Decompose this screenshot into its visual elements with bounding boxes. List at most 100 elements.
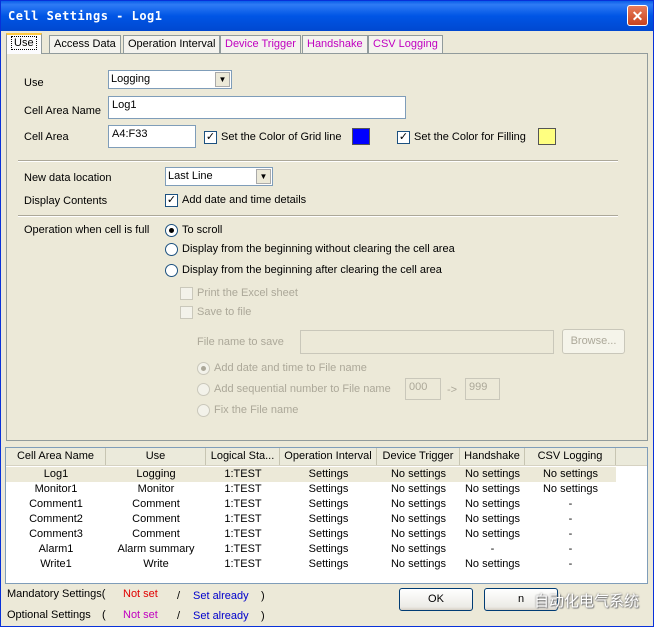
table-row[interactable]: Alarm1 Alarm summary 1:TEST Settings No sett… xyxy=(6,542,616,557)
cell-device-trigger: No settings xyxy=(390,483,447,495)
close-button[interactable]: ✕ xyxy=(627,5,648,26)
window-title: Cell Settings - Log1 xyxy=(8,9,163,23)
radio-clear[interactable] xyxy=(165,264,178,277)
radio-to-scroll[interactable] xyxy=(165,224,178,237)
table-row[interactable]: Comment1 Comment 1:TEST Settings No settings… xyxy=(6,497,616,512)
cell-area-name-input[interactable]: Log1 xyxy=(108,96,406,119)
header-handshake[interactable]: Handshake xyxy=(460,448,525,465)
table-row[interactable]: Comment2 Comment 1:TEST Settings No settings… xyxy=(6,512,616,527)
cell-handshake: - xyxy=(490,543,495,555)
header-device-trigger[interactable]: Device Trigger xyxy=(377,448,460,465)
radio-clear-label: Display from the beginning after clearin… xyxy=(182,264,442,276)
tab-operation-interval[interactable]: Operation Interval xyxy=(123,35,221,53)
cell-handshake: No settings xyxy=(464,483,521,495)
radio-add-seq-file[interactable] xyxy=(197,383,210,396)
cell-logical-station: 1:TEST xyxy=(224,513,262,525)
use-label: Use xyxy=(24,77,44,89)
cell-cell-area-name: Comment1 xyxy=(29,498,83,510)
mandatory-close-paren: ) xyxy=(261,590,265,602)
cell-use: Logging xyxy=(136,468,176,480)
new-data-location-label: New data location xyxy=(24,172,112,184)
new-data-location-select[interactable]: Last Line ▼ xyxy=(165,167,273,186)
optional-open-paren: ( xyxy=(102,609,106,621)
cell-settings-window: Cell Settings - Log1 ✕ Use Access Data O… xyxy=(0,0,654,627)
tab-access-data[interactable]: Access Data xyxy=(49,35,121,53)
ok-button[interactable]: OK xyxy=(399,588,473,611)
table-row[interactable]: Write1 Write 1:TEST Settings No settings No s… xyxy=(6,557,616,572)
title-bar[interactable]: Cell Settings - Log1 ✕ xyxy=(1,1,653,31)
tab-csv-logging[interactable]: CSV Logging xyxy=(368,35,443,53)
separator xyxy=(18,160,618,162)
cell-operation-interval: Settings xyxy=(308,468,349,480)
grid-color-checkbox[interactable]: ✓ xyxy=(204,131,217,144)
cell-cell-area-name: Comment3 xyxy=(29,528,83,540)
radio-fix-file-label: Fix the File name xyxy=(214,404,299,416)
file-name-input[interactable] xyxy=(300,330,554,354)
chevron-down-icon[interactable]: ▼ xyxy=(215,72,230,87)
cell-use: Comment xyxy=(132,513,180,525)
cell-logical-station: 1:TEST xyxy=(224,483,262,495)
grid-color-swatch[interactable] xyxy=(352,128,370,145)
radio-add-datetime-file[interactable] xyxy=(197,362,210,375)
seq-to-input[interactable]: 999 xyxy=(465,378,500,400)
optional-not-set: Not set xyxy=(123,609,158,621)
cell-logical-station: 1:TEST xyxy=(224,528,262,540)
mandatory-not-set: Not set xyxy=(123,588,158,600)
table-row[interactable]: Comment3 Comment 1:TEST Settings No settings… xyxy=(6,527,616,542)
cell-logical-station: 1:TEST xyxy=(224,468,262,480)
browse-button[interactable]: Browse... xyxy=(562,329,625,354)
cell-cell-area-name: Comment2 xyxy=(29,513,83,525)
table-row[interactable]: Log1 Logging 1:TEST Settings No settings No s… xyxy=(6,467,616,482)
chevron-down-icon[interactable]: ▼ xyxy=(256,169,271,184)
header-csv-logging[interactable]: CSV Logging xyxy=(525,448,616,465)
tab-handshake[interactable]: Handshake xyxy=(302,35,368,53)
cell-logical-station: 1:TEST xyxy=(224,543,262,555)
header-use[interactable]: Use xyxy=(106,448,206,465)
radio-add-seq-file-label: Add sequential number to File name xyxy=(214,383,391,395)
radio-no-clear[interactable] xyxy=(165,243,178,256)
header-operation-interval[interactable]: Operation Interval xyxy=(280,448,377,465)
radio-fix-file[interactable] xyxy=(197,404,210,417)
add-datetime-label: Add date and time details xyxy=(182,194,307,206)
cell-use: Comment xyxy=(132,528,180,540)
fill-color-swatch[interactable] xyxy=(538,128,556,145)
cell-device-trigger: No settings xyxy=(390,513,447,525)
optional-set-already: Set already xyxy=(193,610,249,622)
table-row[interactable]: Monitor1 Monitor 1:TEST Settings No settings… xyxy=(6,482,616,497)
save-file-label: Save to file xyxy=(197,306,252,318)
cell-area-table[interactable]: Cell Area Name Use Logical Sta... Operat… xyxy=(5,447,648,584)
print-excel-checkbox[interactable] xyxy=(180,287,193,300)
cell-csv-logging: - xyxy=(568,543,573,555)
tab-use[interactable]: Use xyxy=(6,33,42,54)
cell-csv-logging: - xyxy=(568,498,573,510)
save-file-checkbox[interactable] xyxy=(180,306,193,319)
cell-device-trigger: No settings xyxy=(390,558,447,570)
mandatory-settings-label: Mandatory Settings( xyxy=(7,588,106,600)
cell-operation-interval: Settings xyxy=(308,513,349,525)
tab-device-trigger[interactable]: Device Trigger xyxy=(220,35,301,53)
cell-handshake: No settings xyxy=(464,558,521,570)
file-name-label: File name to save xyxy=(197,336,284,348)
fill-color-checkbox[interactable]: ✓ xyxy=(397,131,410,144)
optional-slash: / xyxy=(177,610,181,622)
cell-device-trigger: No settings xyxy=(390,543,447,555)
cell-area-input[interactable]: A4:F33 xyxy=(108,125,196,148)
cell-csv-logging: - xyxy=(568,528,573,540)
table-header: Cell Area Name Use Logical Sta... Operat… xyxy=(6,448,647,466)
optional-close-paren: ) xyxy=(261,610,265,622)
cell-csv-logging: - xyxy=(568,513,573,525)
seq-from-input[interactable]: 000 xyxy=(405,378,441,400)
cell-handshake: No settings xyxy=(464,468,521,480)
cell-use: Monitor xyxy=(137,483,175,495)
cell-csv-logging: No settings xyxy=(542,483,599,495)
cell-cell-area-name: Log1 xyxy=(43,468,69,480)
cell-handshake: No settings xyxy=(464,498,521,510)
cell-operation-interval: Settings xyxy=(308,558,349,570)
add-datetime-checkbox[interactable]: ✓ xyxy=(165,194,178,207)
header-logical-station[interactable]: Logical Sta... xyxy=(206,448,280,465)
header-cell-area-name[interactable]: Cell Area Name xyxy=(6,448,106,465)
cell-use: Comment xyxy=(132,498,180,510)
use-select[interactable]: Logging ▼ xyxy=(108,70,232,89)
watermark-text: 自动化电气系统 xyxy=(533,592,639,610)
optional-settings-label: Optional Settings xyxy=(7,609,91,621)
